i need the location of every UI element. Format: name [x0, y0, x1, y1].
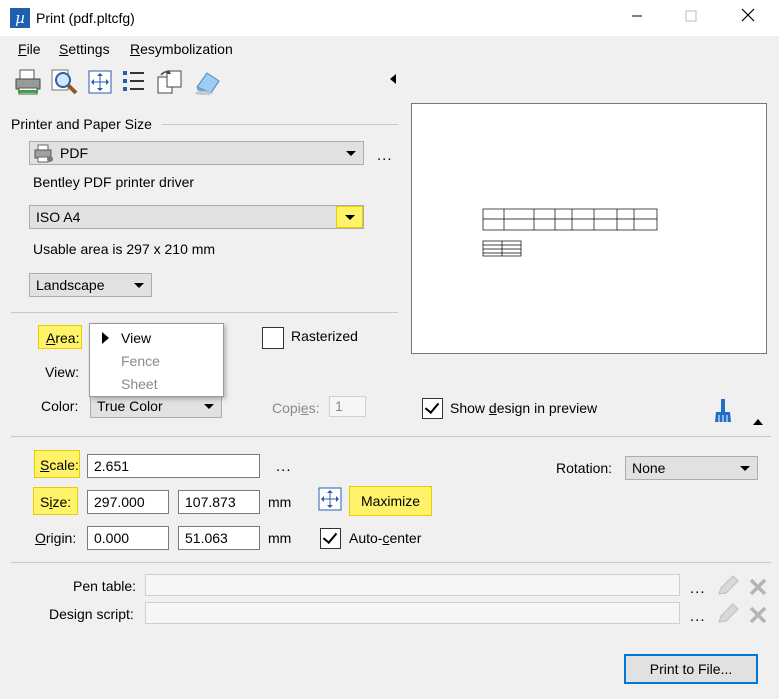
area-section-divider [11, 312, 398, 313]
printer-driver-text: Bentley PDF printer driver [33, 174, 195, 190]
scale-more-button[interactable]: ... [276, 458, 292, 475]
view-label: View: [45, 364, 79, 380]
color-value: True Color [97, 398, 163, 414]
orientation-value: Landscape [36, 277, 105, 293]
window-title: Print (pdf.pltcfg) [36, 10, 135, 26]
autocenter-label: Auto-center [349, 530, 422, 546]
menu-settings[interactable]: Settings [59, 41, 110, 57]
design-script-label: Design script: [49, 606, 134, 622]
printer-device-icon [33, 144, 55, 167]
batch-icon[interactable] [155, 67, 185, 97]
paper-size-select[interactable]: ISO A4 [29, 205, 364, 229]
printer-icon[interactable] [13, 67, 43, 97]
printer-section-divider [162, 124, 398, 125]
origin-unit: mm [268, 530, 292, 546]
print-preview [411, 103, 767, 354]
fit-size-icon[interactable] [317, 486, 343, 512]
minimize-icon[interactable] [617, 6, 657, 30]
chevron-down-icon [740, 466, 750, 471]
area-option-sheet[interactable]: Sheet [121, 376, 158, 392]
color-label: Color: [41, 398, 79, 414]
area-label: Area: [46, 330, 80, 346]
origin-x-input[interactable]: 0.000 [87, 526, 169, 550]
app-logo-icon: µ [10, 8, 30, 28]
size-height-input[interactable]: 107.873 [178, 490, 260, 514]
maximize-window-icon [671, 6, 711, 30]
close-icon[interactable] [728, 6, 768, 30]
menu-resymbolization[interactable]: Resymbolization [130, 41, 233, 57]
collapse-panel-icon[interactable] [390, 74, 396, 84]
chevron-down-icon [204, 404, 214, 409]
rasterized-checkbox[interactable] [262, 327, 284, 349]
pen-table-input[interactable] [145, 574, 680, 596]
printer-name: PDF [60, 145, 88, 161]
design-script-input[interactable] [145, 602, 680, 624]
orientation-select[interactable]: Landscape [29, 273, 152, 297]
brush-icon[interactable] [712, 398, 734, 427]
print-to-file-button[interactable]: Print to File... [624, 654, 758, 684]
selected-arrow-icon [102, 332, 109, 344]
origin-label: Origin: [35, 530, 77, 546]
printer-section-label: Printer and Paper Size [11, 116, 152, 132]
scale-label: Scale: [40, 457, 79, 473]
size-width-input[interactable]: 297.000 [87, 490, 169, 514]
copies-label: Copies: [272, 400, 320, 416]
pen-table-more-button[interactable]: ... [690, 580, 706, 597]
usable-area-text: Usable area is 297 x 210 mm [33, 241, 216, 257]
show-preview-checkbox[interactable] [422, 398, 443, 419]
rotation-label: Rotation: [556, 460, 613, 476]
show-preview-label: Show design in preview [450, 400, 598, 416]
delete-icon[interactable] [748, 577, 768, 600]
design-script-more-button[interactable]: ... [690, 608, 706, 625]
collapse-up-icon[interactable] [753, 419, 763, 425]
paper-size-dropdown-button[interactable] [336, 206, 363, 228]
chevron-down-icon [345, 215, 355, 220]
pen-table-label: Pen table: [73, 578, 137, 594]
menu-file[interactable]: File [18, 41, 41, 57]
area-option-fence[interactable]: Fence [121, 353, 160, 369]
rotation-value: None [632, 460, 666, 476]
scale-section-divider [11, 436, 771, 437]
scale-input[interactable]: 2.651 [87, 454, 260, 478]
pencil-icon[interactable] [716, 575, 740, 600]
maximize-button[interactable]: Maximize [349, 486, 432, 516]
size-unit: mm [268, 494, 292, 510]
printer-select[interactable]: PDF [29, 141, 364, 165]
printer-more-button[interactable]: ... [377, 147, 393, 164]
delete-icon[interactable] [748, 605, 768, 628]
area-option-view[interactable]: View [121, 330, 151, 346]
rotation-select[interactable]: None [625, 456, 758, 480]
pencil-icon[interactable] [716, 603, 740, 628]
color-select[interactable]: True Color [90, 394, 222, 418]
size-label: Size: [40, 494, 72, 510]
preview-icon[interactable] [49, 67, 79, 97]
copies-input[interactable]: 1 [329, 396, 366, 417]
chevron-down-icon [346, 151, 356, 156]
pen-section-divider [11, 562, 771, 563]
origin-y-input[interactable]: 51.063 [178, 526, 260, 550]
paper-size-value: ISO A4 [36, 209, 81, 225]
area-dropdown-menu: View Fence Sheet [89, 323, 224, 397]
list-icon[interactable] [119, 67, 149, 97]
menu-bar [0, 36, 779, 62]
chevron-down-icon [134, 283, 144, 288]
rasterized-label: Rasterized [291, 328, 358, 344]
fit-icon[interactable] [85, 67, 115, 97]
eraser-icon[interactable] [193, 67, 223, 97]
autocenter-checkbox[interactable] [320, 528, 341, 549]
